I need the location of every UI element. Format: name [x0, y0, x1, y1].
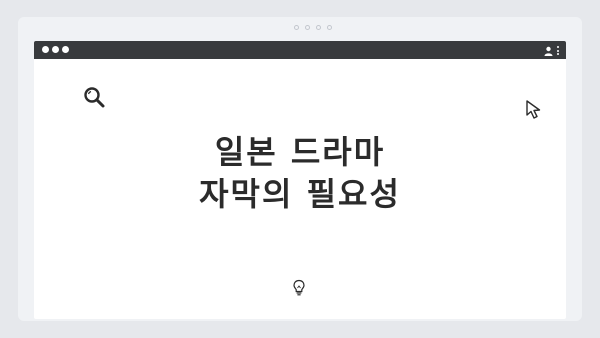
search-icon: [84, 87, 105, 108]
carousel-dot[interactable]: [327, 25, 332, 30]
close-window-button[interactable]: [42, 46, 49, 53]
page-content: 일본 드라마 자막의 필요성: [34, 59, 566, 319]
carousel-dot[interactable]: [316, 25, 321, 30]
browser-titlebar: [34, 41, 566, 59]
carousel-indicator: [294, 25, 332, 30]
title-line-1: 일본 드라마: [214, 133, 386, 171]
lightbulb-icon: [293, 279, 305, 296]
cursor-arrow-icon: [526, 100, 541, 119]
carousel-dot[interactable]: [305, 25, 310, 30]
profile-icon[interactable]: [544, 46, 553, 56]
window-controls: [42, 46, 69, 53]
minimize-window-button[interactable]: [52, 46, 59, 53]
more-vert-icon[interactable]: [556, 44, 560, 57]
titlebar-actions: [544, 44, 560, 57]
title-line-2: 자막의 필요성: [199, 175, 401, 213]
page-title: 일본 드라마 자막의 필요성: [34, 131, 566, 215]
browser-window: 일본 드라마 자막의 필요성: [34, 41, 566, 319]
maximize-window-button[interactable]: [62, 46, 69, 53]
carousel-dot[interactable]: [294, 25, 299, 30]
presentation-frame: 일본 드라마 자막의 필요성: [18, 17, 582, 321]
